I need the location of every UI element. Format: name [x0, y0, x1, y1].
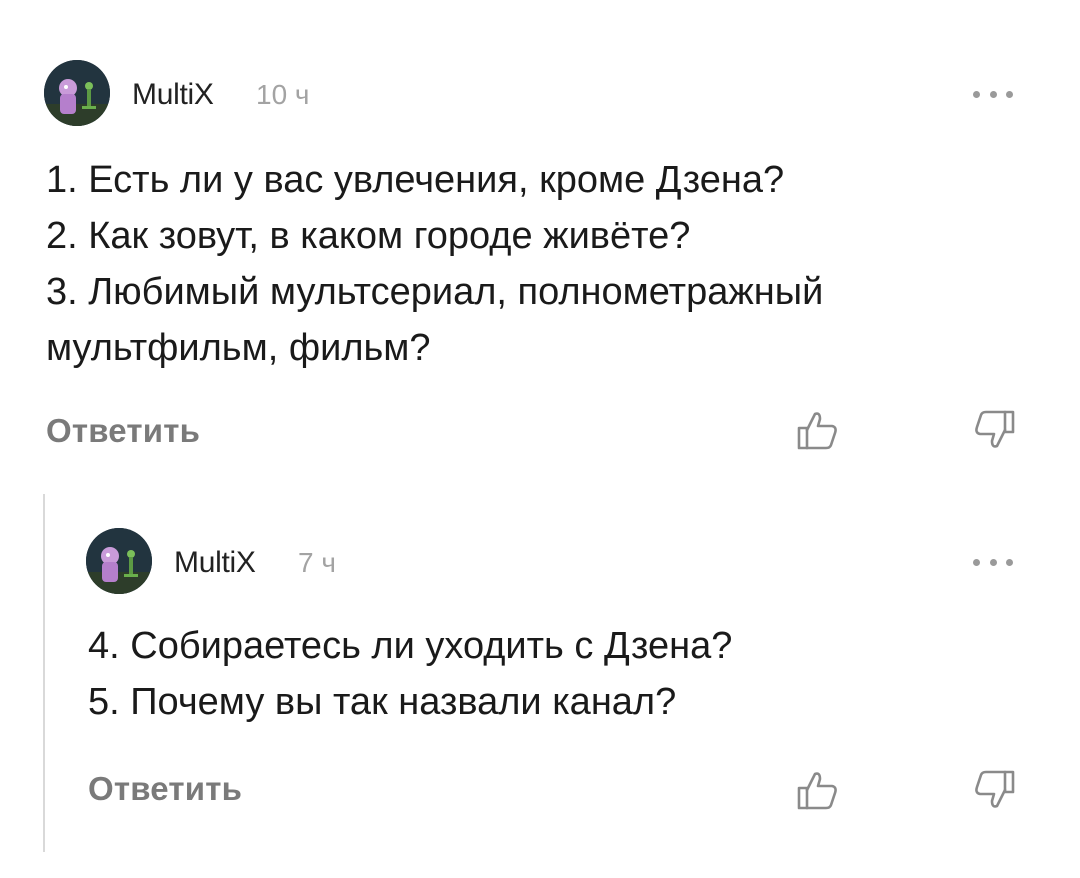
comment-line: 1. Есть ли у вас увлечения, кроме Дзена? — [46, 159, 785, 201]
comment-line: 2. Как зовут, в каком городе живёте? — [46, 215, 691, 257]
comment-text: 1. Есть ли у вас увлечения, кроме Дзена?… — [46, 152, 823, 376]
reply-button[interactable]: Ответить — [46, 412, 200, 450]
avatar[interactable] — [44, 60, 110, 126]
avatar[interactable] — [86, 528, 152, 594]
reply-button[interactable]: Ответить — [88, 770, 242, 808]
comment: MultiX 10 ч 1. Есть ли у вас увлечения, … — [0, 0, 1080, 480]
thumbs-up-icon[interactable] — [796, 408, 840, 452]
comment-text: 4. Собираетесь ли уходить с Дзена? 5. По… — [88, 618, 732, 730]
more-icon[interactable] — [973, 86, 1013, 102]
comment-line: 4. Собираетесь ли уходить с Дзена? — [88, 625, 733, 667]
more-icon[interactable] — [973, 554, 1013, 570]
author-name[interactable]: MultiX — [132, 78, 214, 112]
comment-line: 3. Любимый мультсериал, полнометражный — [46, 271, 824, 313]
comment-line: 5. Почему вы так назвали канал? — [88, 681, 677, 723]
thumbs-up-icon[interactable] — [796, 768, 840, 812]
timestamp: 7 ч — [298, 547, 336, 578]
thumbs-down-icon[interactable] — [972, 408, 1016, 452]
timestamp: 10 ч — [256, 79, 310, 110]
thumbs-down-icon[interactable] — [972, 768, 1016, 812]
author-name[interactable]: MultiX — [174, 546, 256, 580]
comment-reply: MultiX 7 ч 4. Собираетесь ли уходить с Д… — [0, 480, 1080, 878]
comment-line: мультфильм, фильм? — [46, 327, 431, 369]
